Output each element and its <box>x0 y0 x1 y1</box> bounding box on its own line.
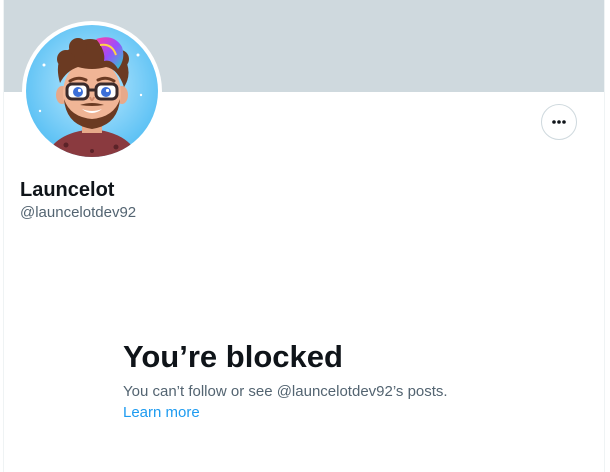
blocked-title: You’re blocked <box>123 339 343 374</box>
profile-handle: @launcelotdev92 <box>20 204 137 221</box>
profile-avatar[interactable] <box>22 21 162 161</box>
right-divider <box>604 0 605 472</box>
blocked-description: You can’t follow or see @launcelotdev92’… <box>123 383 448 400</box>
learn-more-link[interactable]: Learn more <box>123 403 200 423</box>
more-horizontal-icon <box>552 120 566 124</box>
profile-page: Launcelot @launcelotdev92 You’re blocked… <box>0 0 610 472</box>
more-options-button[interactable] <box>541 104 577 140</box>
avatar-portrait-image <box>26 25 158 157</box>
profile-display-name: Launcelot <box>20 179 115 201</box>
